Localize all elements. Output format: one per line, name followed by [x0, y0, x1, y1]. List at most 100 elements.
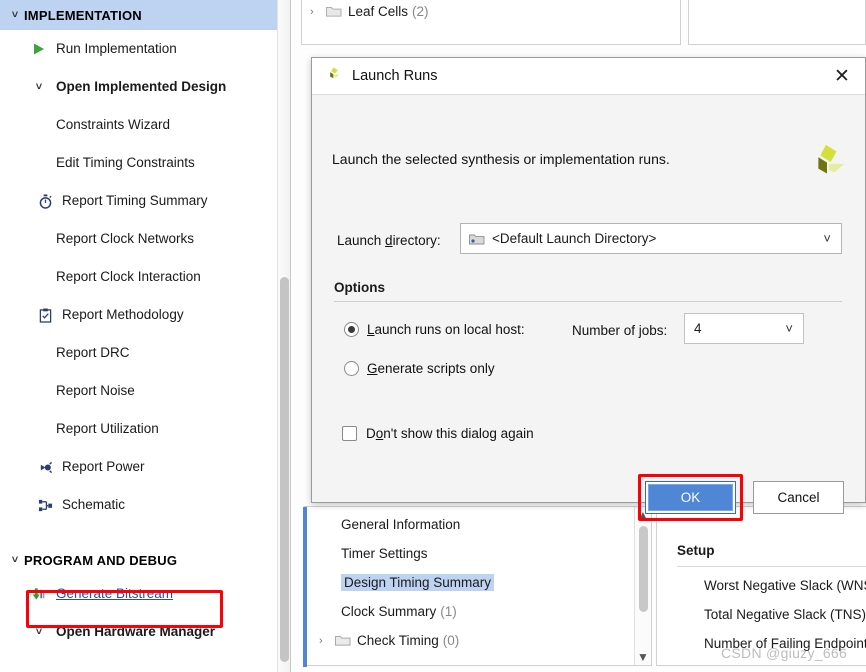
- ok-button[interactable]: OK: [645, 481, 736, 514]
- timing-tree-scrollbar[interactable]: ▲ ▼: [634, 507, 651, 665]
- radio-button-unselected-icon[interactable]: [344, 361, 359, 376]
- setup-title: Setup: [677, 543, 715, 558]
- scroll-down-arrow-icon[interactable]: ▼: [637, 649, 649, 665]
- launch-directory-combobox[interactable]: <Default Launch Directory> ˅: [460, 223, 842, 254]
- dialog-description: Launch the selected synthesis or impleme…: [332, 151, 670, 167]
- radio-generate-scripts-only[interactable]: Generate scripts only: [344, 361, 495, 376]
- label-part: Launch: [337, 233, 386, 248]
- netlist-panel: › Leaf Cells (2): [301, 0, 681, 45]
- expand-twisty-icon[interactable]: ›: [310, 6, 326, 18]
- nav-item-label[interactable]: Generate Bitstream: [56, 587, 173, 601]
- nav-item-report-utilization[interactable]: Report Utilization: [0, 410, 290, 448]
- nav-item-open-hardware-manager[interactable]: ˅ Open Hardware Manager: [0, 613, 290, 651]
- setup-divider: [677, 566, 866, 567]
- folder-icon: [335, 634, 353, 647]
- label-part: enerate scripts only: [377, 361, 495, 376]
- dont-show-dialog-again-row[interactable]: Don't show this dialog again: [342, 426, 534, 441]
- radio-label: Launch runs on local host:: [367, 322, 525, 337]
- tree-row[interactable]: › Check Timing (0): [305, 626, 651, 655]
- nav-item-generate-bitstream[interactable]: Generate Bitstream: [0, 575, 290, 613]
- tree-row[interactable]: Timer Settings: [305, 539, 651, 568]
- scrollbar-thumb[interactable]: [638, 526, 648, 612]
- number-of-jobs-combobox[interactable]: 4 ˅: [684, 313, 804, 344]
- section-label: PROGRAM AND DEBUG: [24, 552, 178, 568]
- nav-item-run-implementation[interactable]: Run Implementation: [0, 30, 290, 68]
- radio-button-selected-icon[interactable]: [344, 322, 359, 337]
- nav-item-edit-timing-constraints[interactable]: Edit Timing Constraints: [0, 144, 290, 182]
- dialog-title: Launch Runs: [352, 68, 438, 84]
- chevron-down-icon[interactable]: ˅: [28, 623, 50, 641]
- expand-twisty-icon[interactable]: ›: [319, 635, 335, 647]
- scrollbar-thumb[interactable]: [280, 277, 289, 662]
- flow-navigator-scrollbar[interactable]: [277, 0, 290, 672]
- chevron-down-icon[interactable]: ˅: [785, 321, 797, 336]
- nav-item-report-methodology[interactable]: Report Methodology: [0, 296, 290, 334]
- label-part: aunch runs on local host:: [374, 322, 525, 337]
- clipboard-check-icon: [34, 306, 56, 324]
- nav-item-report-timing-summary[interactable]: Report Timing Summary: [0, 182, 290, 220]
- tree-label: Leaf Cells: [348, 4, 409, 19]
- nav-item-label: Report Clock Interaction: [56, 269, 201, 285]
- label-mnemonic: G: [367, 361, 378, 376]
- chevron-down-icon[interactable]: ˅: [823, 231, 835, 246]
- radio-launch-runs-on-local-host[interactable]: Launch runs on local host:: [344, 322, 525, 337]
- launch-runs-dialog: Launch Runs ✕ Launch the selected synthe…: [311, 57, 866, 521]
- cancel-button[interactable]: Cancel: [753, 481, 844, 514]
- dialog-titlebar: Launch Runs ✕: [312, 58, 865, 95]
- chevron-down-icon[interactable]: ˅: [6, 9, 24, 21]
- tree-count: (1): [440, 604, 457, 619]
- folder-icon: [469, 233, 485, 245]
- stopwatch-icon: [34, 192, 56, 210]
- vivado-logo-large-icon: [805, 141, 847, 186]
- tree-label: Timer Settings: [341, 546, 428, 561]
- setup-row: Total Negative Slack (TNS):: [704, 607, 866, 622]
- section-header-program-and-debug[interactable]: ˅ PROGRAM AND DEBUG: [0, 545, 290, 575]
- nav-item-label: Report Noise: [56, 383, 135, 399]
- number-of-jobs-value: 4: [694, 321, 702, 336]
- nav-item-label: Run Implementation: [56, 41, 177, 57]
- panel-accent-bar: [303, 507, 307, 667]
- flow-navigator: ˅ IMPLEMENTATION Run Implementation ˅ Op…: [0, 0, 291, 672]
- nav-item-report-clock-interaction[interactable]: Report Clock Interaction: [0, 258, 290, 296]
- radio-label: Generate scripts only: [367, 361, 495, 376]
- nav-item-label: Open Hardware Manager: [56, 624, 216, 640]
- options-group-label: Options: [334, 280, 385, 295]
- tree-label: Clock Summary: [341, 604, 437, 619]
- nav-item-label: Edit Timing Constraints: [56, 155, 195, 171]
- nav-item-open-implemented-design[interactable]: ˅ Open Implemented Design: [0, 68, 290, 106]
- nav-item-label: Report Methodology: [62, 307, 184, 323]
- timing-tree-panel: General Information Timer Settings Desig…: [303, 506, 652, 667]
- tree-label: General Information: [341, 517, 461, 532]
- launch-directory-value: <Default Launch Directory>: [492, 231, 657, 246]
- nav-item-label: Report Clock Networks: [56, 231, 195, 247]
- setup-panel: Setup Worst Negative Slack (WNS): Total …: [656, 506, 866, 666]
- netlist-panel-right: [688, 0, 866, 45]
- launch-directory-label: Launch directory:: [337, 233, 441, 248]
- number-of-jobs-label: Number of jobs:: [572, 323, 668, 338]
- folder-icon: [326, 5, 344, 18]
- tree-row-selected[interactable]: Design Timing Summary: [305, 568, 651, 597]
- generate-bitstream-icon: [28, 585, 50, 603]
- dont-show-label: Don't show this dialog again: [366, 426, 534, 441]
- setup-row: Worst Negative Slack (WNS):: [704, 578, 866, 593]
- green-play-icon: [28, 40, 50, 58]
- nav-item-report-power[interactable]: Report Power: [0, 448, 290, 486]
- chevron-down-icon[interactable]: ˅: [28, 78, 50, 96]
- close-icon[interactable]: ✕: [823, 60, 861, 92]
- checkbox-unchecked-icon[interactable]: [342, 426, 357, 441]
- section-header-implementation[interactable]: ˅ IMPLEMENTATION: [0, 0, 282, 30]
- nav-item-label: Report Power: [62, 459, 145, 475]
- nav-item-report-drc[interactable]: Report DRC: [0, 334, 290, 372]
- tree-row[interactable]: Clock Summary (1): [305, 597, 651, 626]
- nav-item-report-noise[interactable]: Report Noise: [0, 372, 290, 410]
- chevron-down-icon[interactable]: ˅: [6, 554, 24, 566]
- tree-row[interactable]: › Leaf Cells (2): [302, 0, 680, 26]
- nav-item-schematic[interactable]: Schematic: [0, 486, 290, 524]
- power-plug-icon: [34, 458, 56, 476]
- vivado-logo-small-icon: [324, 65, 343, 87]
- nav-item-constraints-wizard[interactable]: Constraints Wizard: [0, 106, 290, 144]
- nav-item-report-clock-networks[interactable]: Report Clock Networks: [0, 220, 290, 258]
- tree-count: (0): [442, 633, 460, 648]
- tree-row[interactable]: General Information: [305, 510, 651, 539]
- tree-label: Check Timing: [357, 633, 439, 648]
